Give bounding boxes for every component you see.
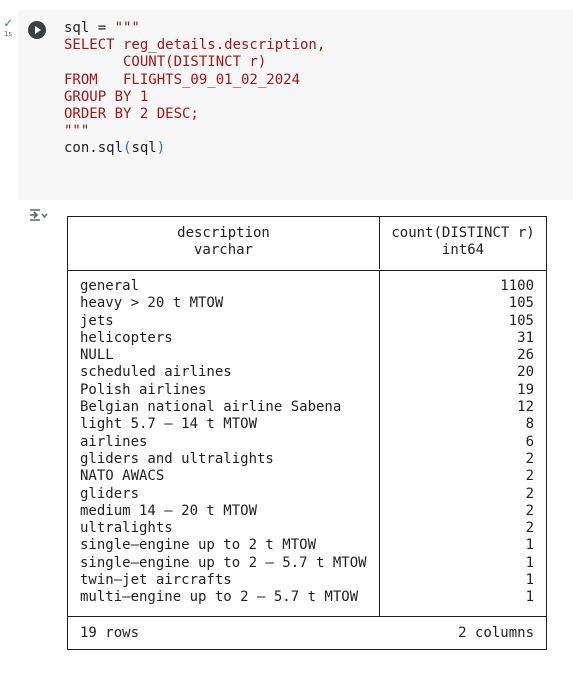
table-row: Polish airlines 19 [68, 382, 546, 399]
column-type: varchar [193, 242, 253, 258]
description-cell: Belgian national airline Sabena [80, 399, 342, 416]
table-body: general 1100 heavy > 20 t MTOW 105 jets 105 he… [68, 278, 546, 607]
code-line: con.sql(sql) [64, 140, 325, 157]
count-cell: 105 [508, 295, 534, 312]
table-footer: 19 rows 2 columns [68, 616, 546, 651]
count-cell: 26 [517, 347, 534, 364]
code-token: """ [114, 20, 140, 36]
column-name: count(DISTINCT r) [391, 225, 535, 241]
table-row: Belgian national airline Sabena 12 [68, 399, 546, 416]
description-cell: gliders [80, 485, 140, 502]
table-row: heavy > 20 t MTOW 105 [68, 295, 546, 312]
code-token: sql [131, 140, 157, 157]
count-cell: 1 [525, 537, 534, 554]
code-line: """ [64, 123, 325, 140]
table-header: description varchar count(DISTINCT r) in… [68, 217, 546, 271]
description-cell: airlines [80, 433, 148, 450]
code-token: ) [156, 140, 166, 157]
column-type: int64 [441, 242, 485, 258]
count-cell: 2 [525, 520, 534, 537]
code-line: COUNT(DISTINCT r) [64, 54, 325, 71]
description-cell: single–engine up to 2 t MTOW [80, 537, 317, 554]
table-row: scheduled airlines 20 [68, 364, 546, 381]
code-line: GROUP BY 1 [64, 89, 325, 106]
description-cell: gliders and ultralights [80, 450, 274, 467]
table-row: single–engine up to 2 – 5.7 t MTOW 1 [68, 555, 546, 572]
table-row: medium 14 – 20 t MTOW 2 [68, 503, 546, 520]
description-cell: ultralights [80, 520, 173, 537]
count-cell: 1100 [500, 278, 534, 294]
count-cell: 19 [517, 381, 534, 398]
description-cell: heavy > 20 t MTOW [80, 295, 224, 312]
description-cell: light 5.7 – 14 t MTOW [80, 416, 258, 433]
code-token: SELECT reg_details.description, [64, 37, 326, 54]
code-line: FROM FLIGHTS_09_01_02_2024 [64, 72, 325, 89]
row-count: 19 rows [80, 625, 140, 641]
table-row: light 5.7 – 14 t MTOW 8 [68, 416, 546, 433]
description-cell: jets [80, 312, 114, 329]
table-row: twin–jet aircrafts 1 [68, 572, 546, 589]
code-editor[interactable]: sql = """ SELECT reg_details.description,… [64, 20, 325, 158]
count-cell: 1 [525, 554, 534, 571]
count-cell: 6 [525, 433, 534, 450]
description-cell: NATO AWACS [80, 468, 165, 485]
description-cell: general [80, 278, 140, 294]
execution-time: 1s [3, 30, 13, 38]
code-line: SELECT reg_details.description, [64, 37, 325, 54]
code-line: sql = """ [64, 20, 325, 37]
column-count: 2 columns [458, 625, 534, 641]
description-cell: medium 14 – 20 t MTOW [80, 502, 258, 519]
code-token: GROUP BY 1 [64, 88, 149, 105]
code-token: con.sql [64, 140, 124, 157]
column-header-count: count(DISTINCT r) int64 [380, 225, 546, 259]
column-header-description: description varchar [68, 225, 379, 259]
count-cell: 31 [517, 329, 534, 346]
count-cell: 12 [517, 399, 534, 416]
description-cell: single–engine up to 2 – 5.7 t MTOW [80, 554, 367, 571]
code-token: sql = [64, 20, 115, 36]
table-row: general 1100 [68, 278, 546, 295]
count-cell: 2 [525, 450, 534, 467]
table-row: gliders 2 [68, 486, 546, 503]
count-cell: 2 [525, 502, 534, 519]
check-icon: ✓ [4, 16, 12, 31]
code-token: ORDER BY 2 DESC; [64, 106, 199, 123]
description-cell: multi–engine up to 2 – 5.7 t MTOW [80, 589, 359, 606]
cell-status: ✓ 1s [0, 16, 16, 38]
count-cell: 1 [525, 589, 534, 606]
count-cell: 105 [508, 312, 534, 329]
column-name: description [177, 225, 270, 241]
table-row: ultralights 2 [68, 520, 546, 537]
count-cell: 2 [525, 468, 534, 485]
description-cell: helicopters [80, 329, 173, 346]
count-cell: 8 [525, 416, 534, 433]
table-row: NULL 26 [68, 347, 546, 364]
description-cell: scheduled airlines [80, 364, 232, 381]
description-cell: Polish airlines [80, 381, 207, 398]
count-cell: 1 [525, 572, 534, 589]
table-row: helicopters 31 [68, 330, 546, 347]
code-token: """ [64, 123, 90, 140]
code-token: COUNT(DISTINCT r) [64, 54, 267, 71]
code-line: ORDER BY 2 DESC; [64, 106, 325, 123]
table-row: NATO AWACS 2 [68, 468, 546, 485]
output-collapse-icon[interactable] [28, 208, 48, 224]
table-row: jets 105 [68, 313, 546, 330]
count-cell: 20 [517, 364, 534, 381]
table-row: multi–engine up to 2 – 5.7 t MTOW 1 [68, 589, 546, 606]
code-cell[interactable]: sql = """ SELECT reg_details.description,… [18, 10, 573, 200]
result-table: description varchar count(DISTINCT r) in… [67, 216, 547, 650]
count-cell: 2 [525, 485, 534, 502]
table-row: single–engine up to 2 t MTOW 1 [68, 537, 546, 554]
code-token: FROM FLIGHTS_09_01_02_2024 [64, 71, 301, 88]
description-cell: NULL [80, 347, 114, 364]
table-row: gliders and ultralights 2 [68, 451, 546, 468]
table-row: airlines 6 [68, 434, 546, 451]
description-cell: twin–jet aircrafts [80, 572, 232, 589]
play-circle-icon[interactable] [28, 21, 46, 39]
